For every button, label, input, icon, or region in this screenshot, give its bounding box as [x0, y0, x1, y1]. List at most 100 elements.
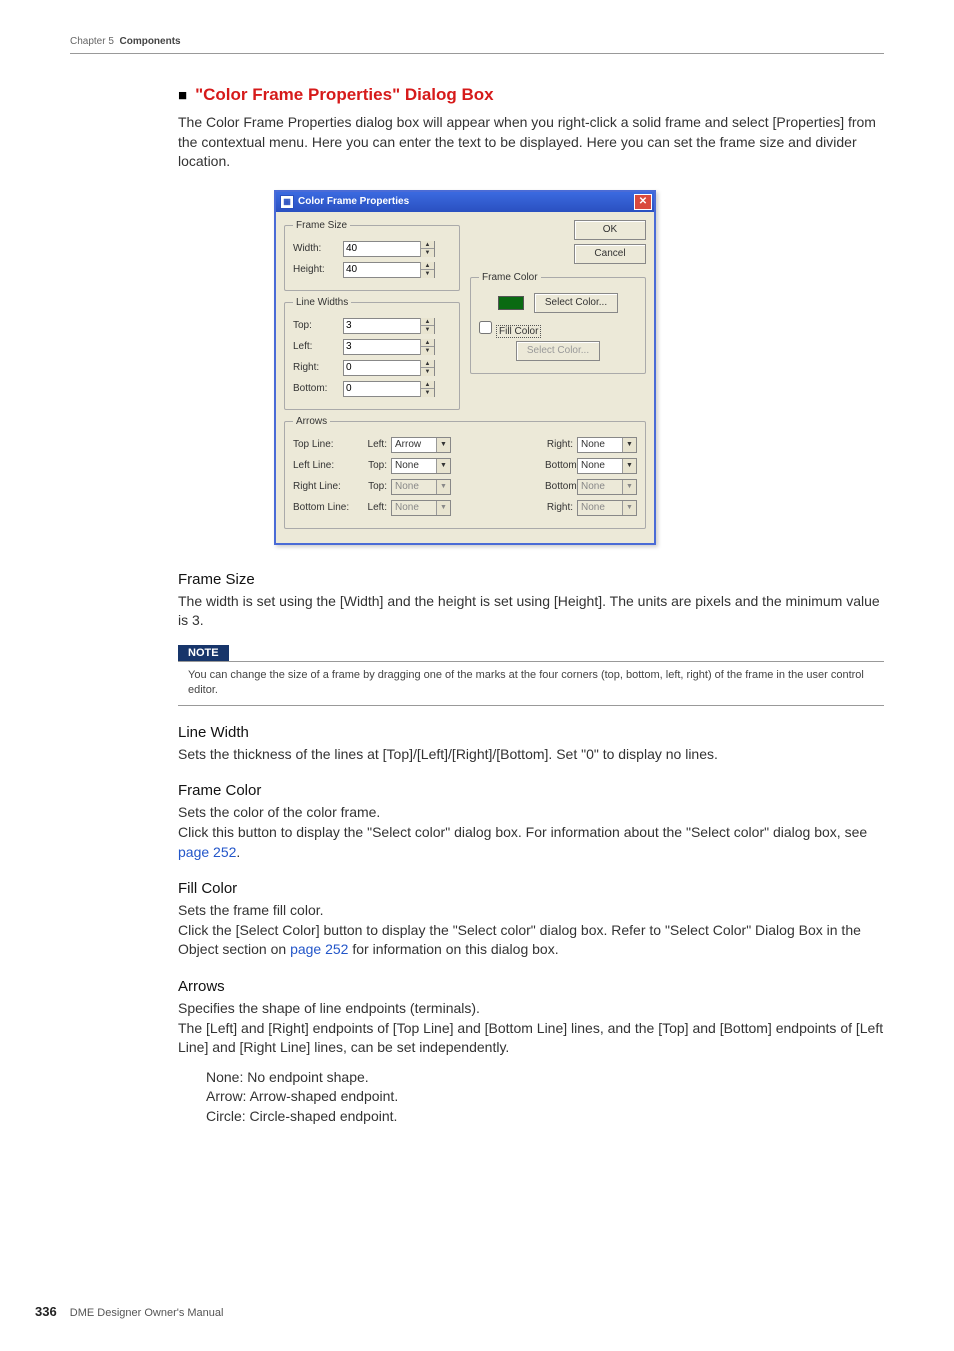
arrow-end-label: Top: [359, 481, 387, 492]
footer-text: DME Designer Owner's Manual [70, 1307, 224, 1319]
para-arrows-1: Specifies the shape of line endpoints (t… [178, 999, 884, 1019]
arrow-end-label: Left: [359, 502, 387, 513]
link-page-252-a[interactable]: page 252 [178, 844, 236, 860]
legend-line-widths: Line Widths [293, 297, 351, 308]
lw-left-stepper[interactable]: ▲▼ [343, 339, 435, 355]
dialog-title-text: Color Frame Properties [298, 196, 409, 207]
lw-top-stepper[interactable]: ▲▼ [343, 318, 435, 334]
group-line-widths: Line Widths Top: ▲▼ Left: ▲▼ Right: ▲▼ [284, 297, 460, 410]
lw-top-input[interactable] [344, 320, 420, 331]
chapter-label: Chapter 5 [70, 36, 114, 47]
spinner-icon[interactable]: ▲▼ [420, 339, 434, 355]
lw-right-stepper[interactable]: ▲▼ [343, 360, 435, 376]
arrows-options-list: None: No endpoint shape. Arrow: Arrow-sh… [206, 1068, 884, 1127]
legend-frame-color: Frame Color [479, 272, 541, 283]
list-item: Arrow: Arrow-shaped endpoint. [206, 1087, 884, 1107]
arrow-row-label: Top Line: [293, 439, 353, 450]
arrow-dropdown: None▼ [577, 500, 637, 516]
arrow-end-label: Bottom: [545, 460, 573, 471]
chevron-down-icon: ▼ [436, 501, 450, 515]
lw-top-label: Top: [293, 320, 343, 331]
arrow-row: Top Line: Left: Arrow▼ Right: None▼ [293, 436, 637, 454]
page-content: "Color Frame Properties" Dialog Box The … [178, 85, 884, 1126]
link-page-252-b[interactable]: page 252 [290, 941, 348, 957]
note-label: NOTE [178, 645, 229, 661]
chevron-down-icon: ▼ [436, 459, 450, 473]
spinner-icon[interactable]: ▲▼ [420, 241, 434, 257]
height-label: Height: [293, 264, 343, 275]
group-frame-color: Frame Color Select Color... Fill Color S… [470, 272, 646, 374]
height-input[interactable] [344, 264, 420, 275]
chevron-down-icon: ▼ [622, 501, 636, 515]
lw-bottom-label: Bottom: [293, 383, 343, 394]
lw-left-input[interactable] [344, 341, 420, 352]
chevron-down-icon: ▼ [436, 438, 450, 452]
chevron-down-icon: ▼ [622, 459, 636, 473]
arrow-dropdown[interactable]: None▼ [577, 437, 637, 453]
heading-arrows: Arrows [178, 978, 884, 995]
width-stepper[interactable]: ▲▼ [343, 241, 435, 257]
arrow-row-label: Left Line: [293, 460, 353, 471]
arrow-end-label: Right: [545, 502, 573, 513]
group-arrows: Arrows Top Line:Left:Arrow▼Right:None▼Le… [284, 416, 646, 529]
list-item: Circle: Circle-shaped endpoint. [206, 1107, 884, 1127]
spinner-icon[interactable]: ▲▼ [420, 318, 434, 334]
arrow-end-label: Left: [359, 439, 387, 450]
lw-bottom-stepper[interactable]: ▲▼ [343, 381, 435, 397]
arrow-end-label: Bottom: [545, 481, 573, 492]
arrow-row-label: Bottom Line: [293, 502, 353, 513]
legend-frame-size: Frame Size [293, 220, 350, 231]
para-arrows-2: The [Left] and [Right] endpoints of [Top… [178, 1019, 884, 1058]
lw-bottom-input[interactable] [344, 383, 420, 394]
heading-frame-size: Frame Size [178, 571, 884, 588]
group-frame-size: Frame Size Width: ▲▼ Height: [284, 220, 460, 291]
dialog-titlebar[interactable]: ▦ Color Frame Properties ✕ [276, 192, 654, 212]
arrow-end-label: Top: [359, 460, 387, 471]
page-title: "Color Frame Properties" Dialog Box [178, 85, 884, 105]
cancel-button[interactable]: Cancel [574, 244, 646, 264]
para-frame-size: The width is set using the [Width] and t… [178, 592, 884, 631]
arrow-row: Right Line: Top: None▼ Bottom: None▼ [293, 478, 637, 496]
para-line-width: Sets the thickness of the lines at [Top]… [178, 745, 884, 765]
arrow-dropdown: None▼ [391, 479, 451, 495]
heading-line-width: Line Width [178, 724, 884, 741]
arrow-dropdown: None▼ [391, 500, 451, 516]
width-input[interactable] [344, 243, 420, 254]
arrow-dropdown[interactable]: None▼ [577, 458, 637, 474]
list-item: None: No endpoint shape. [206, 1068, 884, 1088]
spinner-icon[interactable]: ▲▼ [420, 262, 434, 278]
arrow-dropdown[interactable]: None▼ [391, 458, 451, 474]
spinner-icon[interactable]: ▲▼ [420, 360, 434, 376]
arrow-row-label: Right Line: [293, 481, 353, 492]
chevron-down-icon: ▼ [436, 480, 450, 494]
heading-frame-color: Frame Color [178, 782, 884, 799]
para-frame-color-2: Click this button to display the "Select… [178, 823, 884, 862]
chevron-down-icon: ▼ [622, 480, 636, 494]
arrow-dropdown[interactable]: Arrow▼ [391, 437, 451, 453]
arrow-end-label: Right: [545, 439, 573, 450]
height-stepper[interactable]: ▲▼ [343, 262, 435, 278]
select-frame-color-button[interactable]: Select Color... [534, 293, 618, 313]
heading-fill-color: Fill Color [178, 880, 884, 897]
para-frame-color-1: Sets the color of the color frame. [178, 803, 884, 823]
dialog-body: Frame Size Width: ▲▼ Height: [276, 212, 654, 543]
section-label: Components [119, 36, 180, 47]
arrow-dropdown: None▼ [577, 479, 637, 495]
legend-arrows: Arrows [293, 416, 330, 427]
chevron-down-icon: ▼ [622, 438, 636, 452]
width-label: Width: [293, 243, 343, 254]
page-number: 336 [35, 1304, 57, 1319]
select-fill-color-button[interactable]: Select Color... [516, 341, 600, 361]
page-header: Chapter 5 Components [70, 36, 884, 54]
close-icon[interactable]: ✕ [634, 194, 652, 210]
fill-color-checkbox-label: Fill Color [496, 325, 541, 338]
frame-color-swatch [498, 296, 524, 310]
fill-color-checkbox[interactable] [479, 321, 492, 334]
note-text: You can change the size of a frame by dr… [178, 661, 884, 706]
lw-right-label: Right: [293, 362, 343, 373]
spinner-icon[interactable]: ▲▼ [420, 381, 434, 397]
intro-text: The Color Frame Properties dialog box wi… [178, 113, 884, 172]
ok-button[interactable]: OK [574, 220, 646, 240]
arrow-row: Left Line: Top: None▼ Bottom: None▼ [293, 457, 637, 475]
lw-right-input[interactable] [344, 362, 420, 373]
